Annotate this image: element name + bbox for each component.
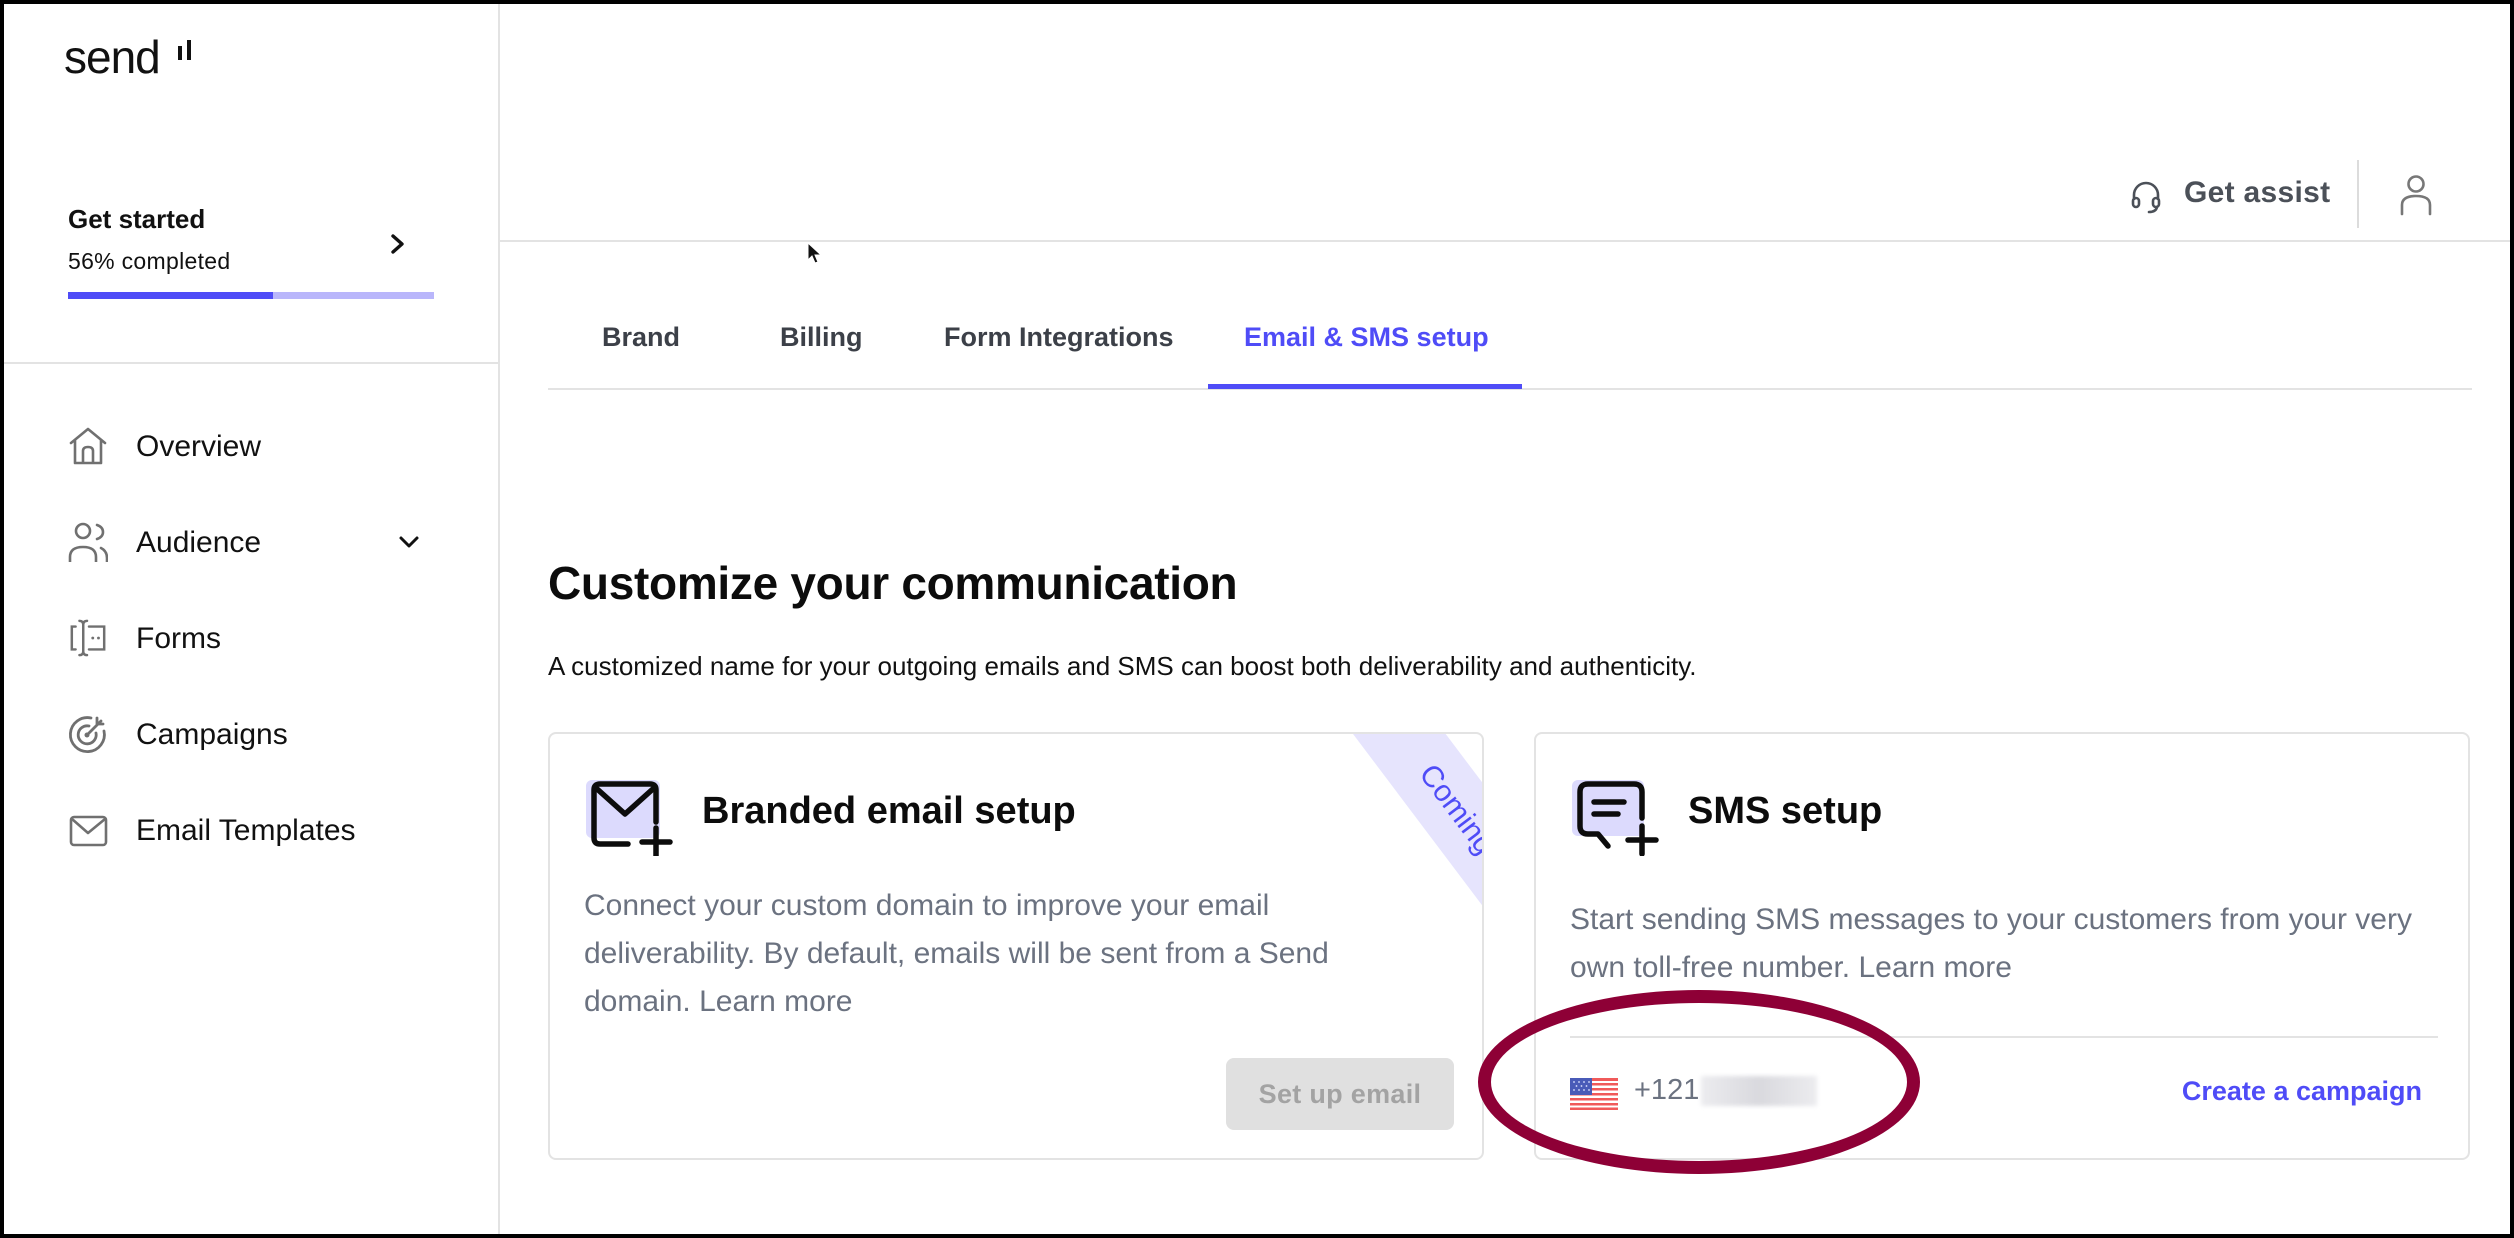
logo-mark-icon [178, 38, 194, 62]
get-started-title: Get started [68, 204, 206, 234]
sidebar-item-email-templates[interactable]: Email Templates [68, 800, 448, 860]
set-up-email-button[interactable]: Set up email [1226, 1058, 1454, 1130]
chat-add-icon [1572, 780, 1659, 856]
user-icon[interactable] [2399, 174, 2433, 216]
form-icon [70, 619, 106, 657]
mail-add-icon [586, 780, 673, 856]
card-title: Branded email setup [702, 790, 1076, 832]
sidebar-item-audience[interactable]: Audience [68, 512, 448, 572]
redacted-phone-digits [1701, 1076, 1818, 1107]
header-divider [500, 240, 2510, 242]
card-divider [1570, 1036, 2438, 1038]
sms-phone-number: +121 [1634, 1074, 1818, 1107]
mail-icon [69, 815, 108, 847]
send-logo: send [64, 31, 161, 83]
us-flag-icon [1570, 1078, 1618, 1110]
header-separator [2357, 160, 2359, 228]
settings-tabs: Brand Billing Form Integrations Email & … [548, 304, 2472, 390]
app-window: send Get started 56% completed Overview … [4, 4, 2510, 1234]
learn-more-link[interactable]: Learn more [699, 985, 852, 1018]
active-tab-indicator [1208, 384, 1522, 389]
page-subtitle: A customized name for your outgoing emai… [548, 651, 1697, 681]
users-icon [68, 522, 108, 562]
branded-email-card: Coming Soon Branded email setup Connect … [548, 732, 1484, 1160]
sidebar-item-label: Overview [136, 430, 262, 463]
sidebar-item-label: Audience [136, 526, 262, 559]
tab-brand[interactable]: Brand [602, 322, 680, 388]
progress-bar [68, 292, 434, 299]
chevron-right-icon[interactable] [388, 230, 408, 258]
sidebar-item-overview[interactable]: Overview [68, 416, 448, 476]
mouse-cursor-icon [807, 242, 823, 264]
sidebar-item-campaigns[interactable]: Campaigns [68, 704, 448, 764]
tab-billing[interactable]: Billing [780, 322, 863, 388]
tab-form-integrations[interactable]: Form Integrations [944, 322, 1174, 388]
get-assist-label: Get assist [2184, 176, 2331, 209]
sms-setup-card: SMS setup Start sending SMS messages to … [1534, 732, 2470, 1160]
sidebar-item-label: Email Templates [136, 814, 356, 847]
headset-icon [2131, 181, 2161, 214]
page-title: Customize your communication [548, 557, 1238, 609]
sidebar-divider [4, 362, 500, 364]
target-icon [68, 716, 106, 754]
home-icon [69, 427, 107, 465]
get-started-progress-label: 56% completed [68, 248, 231, 274]
progress-bar-fill [68, 292, 273, 299]
card-description: Start sending SMS messages to your custo… [1570, 903, 2412, 984]
sidebar-item-forms[interactable]: Forms [68, 608, 448, 668]
sidebar: send Get started 56% completed Overview … [4, 4, 500, 1234]
create-campaign-link[interactable]: Create a campaign [2182, 1076, 2422, 1107]
tab-email-sms-setup[interactable]: Email & SMS setup [1244, 322, 1489, 388]
get-started-widget[interactable]: Get started 56% completed [68, 200, 448, 320]
sidebar-item-label: Forms [136, 622, 221, 655]
sidebar-item-label: Campaigns [136, 718, 288, 751]
chevron-down-icon[interactable] [398, 534, 420, 550]
card-title: SMS setup [1688, 790, 1883, 832]
learn-more-link[interactable]: Learn more [1858, 951, 2011, 984]
card-description: Connect your custom domain to improve yo… [584, 889, 1329, 1018]
